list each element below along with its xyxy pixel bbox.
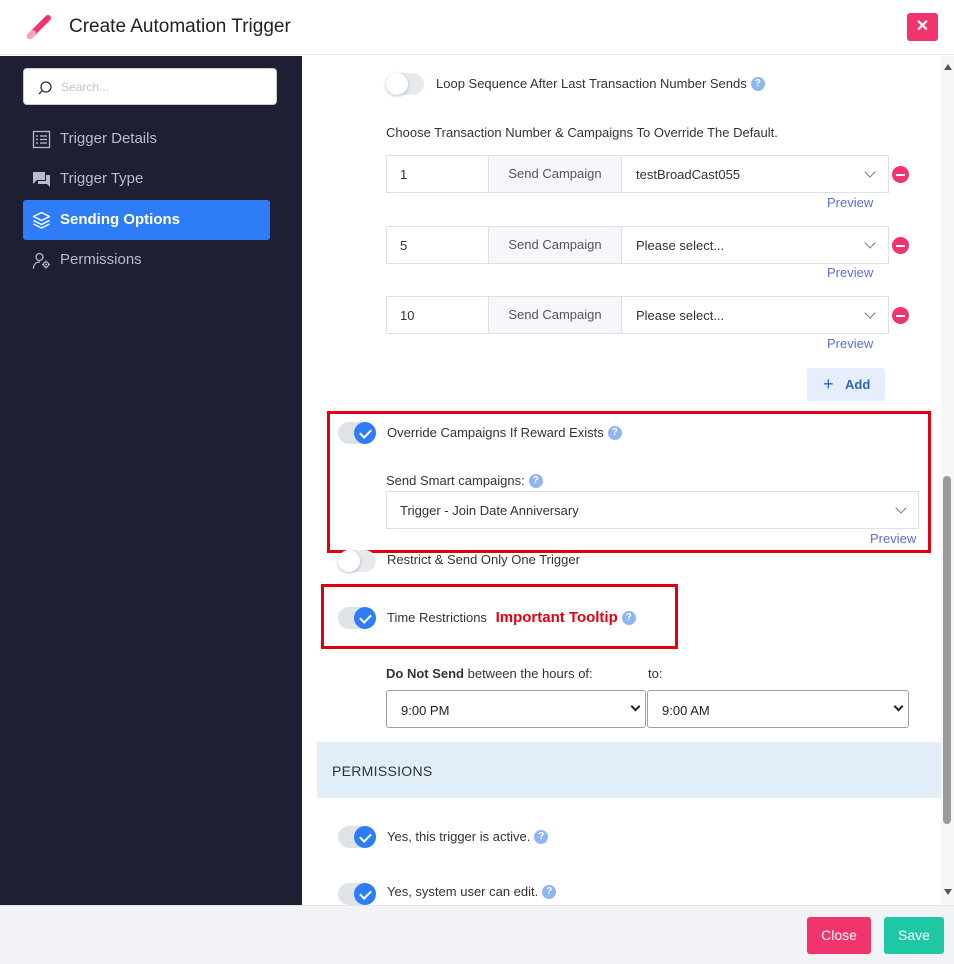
loop-sequence-toggle[interactable]: [386, 73, 424, 95]
sidebar-item-label: Sending Options: [60, 211, 180, 228]
search-icon: [38, 81, 52, 95]
restrict-one-trigger-toggle[interactable]: [338, 550, 376, 572]
transaction-row: 5 Send Campaign Please select...: [386, 226, 889, 264]
do-not-send-label: Do Not Send between the hours of:: [386, 666, 593, 681]
chevron-down-icon: [895, 502, 907, 514]
preview-link[interactable]: Preview: [870, 531, 916, 546]
campaign-select-value: testBroadCast055: [636, 167, 741, 182]
to-time-select[interactable]: 9:00 AM: [647, 690, 909, 728]
modal-header: Create Automation Trigger ✕: [0, 0, 954, 55]
time-restrictions-toggle[interactable]: [338, 607, 376, 629]
preview-link[interactable]: Preview: [827, 336, 873, 351]
search-box[interactable]: [23, 68, 277, 105]
close-button[interactable]: Close: [807, 917, 871, 954]
send-campaign-addon: Send Campaign: [488, 155, 622, 193]
override-campaigns-toggle[interactable]: [338, 422, 376, 444]
trigger-active-label: Yes, this trigger is active.?: [387, 829, 549, 844]
sidebar-item-trigger-details[interactable]: Trigger Details: [23, 119, 270, 159]
sidebar-item-trigger-type[interactable]: Trigger Type: [23, 159, 270, 199]
scrollbar-thumb[interactable]: [943, 476, 951, 824]
campaign-select-value: Please select...: [636, 238, 725, 253]
scrollbar[interactable]: [941, 56, 954, 905]
user-gear-icon: [32, 252, 50, 269]
send-campaign-addon: Send Campaign: [488, 296, 622, 334]
sidebar: Trigger Details Trigger Type Sending Opt…: [0, 56, 302, 905]
transaction-row: 1 Send Campaign testBroadCast055: [386, 155, 889, 193]
close-x-button[interactable]: ✕: [907, 13, 938, 41]
transaction-number-input[interactable]: 5: [386, 226, 489, 264]
smart-campaign-value: Trigger - Join Date Anniversary: [400, 503, 579, 518]
chevron-down-icon: [893, 701, 904, 712]
search-input[interactable]: [61, 77, 261, 97]
loop-sequence-label: Loop Sequence After Last Transaction Num…: [436, 76, 765, 91]
help-icon[interactable]: ?: [621, 611, 636, 625]
close-icon: ✕: [915, 18, 930, 35]
campaign-select-value: Please select...: [636, 308, 725, 323]
help-icon[interactable]: ?: [534, 830, 549, 844]
list-icon: [32, 130, 51, 149]
add-row-button[interactable]: + Add: [807, 368, 885, 401]
chat-icon: [33, 172, 50, 187]
chevron-down-icon: [864, 307, 876, 319]
help-icon[interactable]: ?: [528, 474, 543, 488]
permissions-section-header: PERMISSIONS: [317, 742, 941, 798]
chevron-down-icon: [630, 701, 641, 712]
smart-campaign-select[interactable]: Trigger - Join Date Anniversary: [386, 491, 919, 529]
chevron-down-icon: [864, 237, 876, 249]
to-time-value: 9:00 AM: [662, 703, 710, 718]
help-icon[interactable]: ?: [542, 885, 557, 899]
scroll-down-arrow-icon[interactable]: [944, 889, 952, 895]
pencil-icon: [27, 15, 51, 39]
from-time-value: 9:00 PM: [401, 703, 450, 718]
help-icon[interactable]: ?: [607, 426, 622, 440]
help-icon[interactable]: ?: [750, 77, 765, 91]
to-label: to:: [648, 666, 663, 681]
campaign-select[interactable]: testBroadCast055: [621, 155, 889, 193]
sidebar-item-label: Trigger Type: [60, 170, 144, 187]
system-user-edit-label: Yes, system user can edit.?: [387, 884, 557, 899]
scroll-up-arrow-icon[interactable]: [944, 64, 952, 70]
remove-row-button[interactable]: [892, 166, 909, 183]
preview-link[interactable]: Preview: [827, 265, 873, 280]
send-campaign-addon: Send Campaign: [488, 226, 622, 264]
modal-title: Create Automation Trigger: [69, 16, 291, 37]
transaction-row: 10 Send Campaign Please select...: [386, 296, 889, 334]
trigger-active-toggle[interactable]: [338, 826, 376, 848]
sidebar-item-sending-options[interactable]: Sending Options: [23, 200, 270, 240]
time-restrictions-label: Time Restrictions Important Tooltip?: [387, 609, 636, 626]
modal-footer: Close Save: [0, 905, 954, 964]
add-button-label: Add: [845, 377, 871, 392]
layers-icon: [32, 211, 51, 229]
chevron-down-icon: [864, 166, 876, 178]
sidebar-item-permissions[interactable]: Permissions: [23, 240, 270, 280]
sidebar-item-label: Permissions: [60, 251, 142, 268]
choose-transaction-label: Choose Transaction Number & Campaigns To…: [386, 125, 778, 140]
important-tooltip-label: Important Tooltip: [495, 609, 618, 626]
campaign-select[interactable]: Please select...: [621, 296, 889, 334]
campaign-select[interactable]: Please select...: [621, 226, 889, 264]
system-user-edit-toggle[interactable]: [338, 883, 376, 905]
override-campaigns-label: Override Campaigns If Reward Exists?: [387, 425, 622, 440]
transaction-number-input[interactable]: 1: [386, 155, 489, 193]
content-area: Loop Sequence After Last Transaction Num…: [302, 56, 954, 905]
permissions-title: PERMISSIONS: [332, 763, 433, 779]
transaction-number-input[interactable]: 10: [386, 296, 489, 334]
sidebar-item-label: Trigger Details: [60, 130, 157, 147]
save-button[interactable]: Save: [884, 917, 944, 954]
remove-row-button[interactable]: [892, 237, 909, 254]
from-time-select[interactable]: 9:00 PM: [386, 690, 646, 728]
restrict-one-trigger-label: Restrict & Send Only One Trigger: [387, 552, 580, 567]
remove-row-button[interactable]: [892, 307, 909, 324]
preview-link[interactable]: Preview: [827, 195, 873, 210]
plus-icon: +: [823, 374, 834, 394]
smart-campaigns-label: Send Smart campaigns:?: [386, 473, 543, 488]
